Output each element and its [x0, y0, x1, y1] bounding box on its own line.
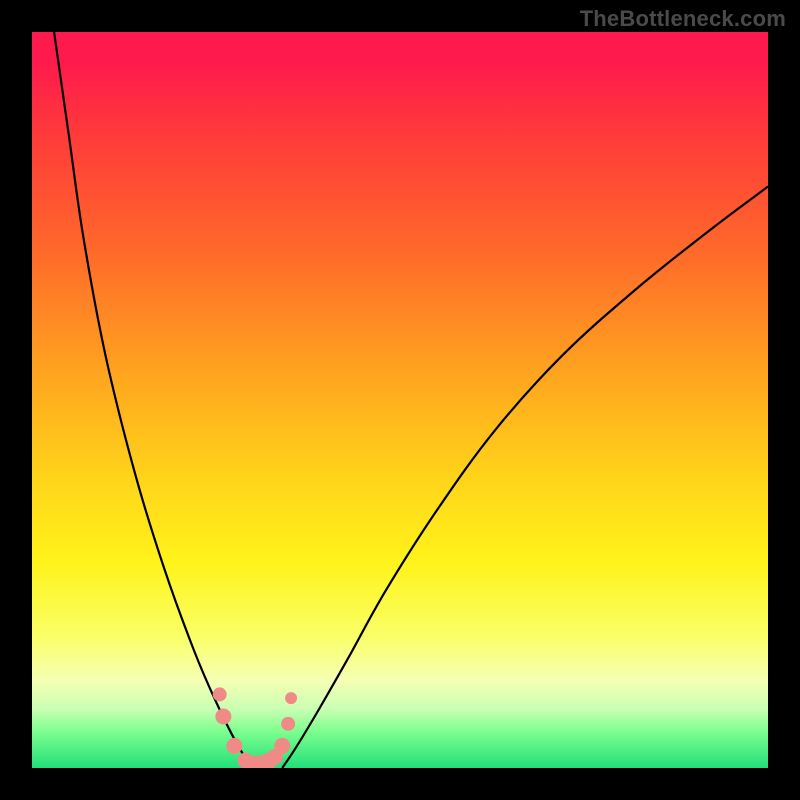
marker-dot — [215, 708, 231, 724]
right-curve — [282, 187, 768, 768]
marker-dot — [226, 738, 242, 754]
marker-cluster — [213, 687, 297, 768]
marker-dot — [213, 687, 227, 701]
marker-dot — [285, 692, 297, 704]
plot-area — [32, 32, 768, 768]
marker-dot — [274, 738, 290, 754]
chart-svg — [32, 32, 768, 768]
marker-dot — [281, 717, 295, 731]
left-curve — [54, 32, 253, 768]
chart-frame: TheBottleneck.com — [0, 0, 800, 800]
watermark-text: TheBottleneck.com — [580, 6, 786, 32]
